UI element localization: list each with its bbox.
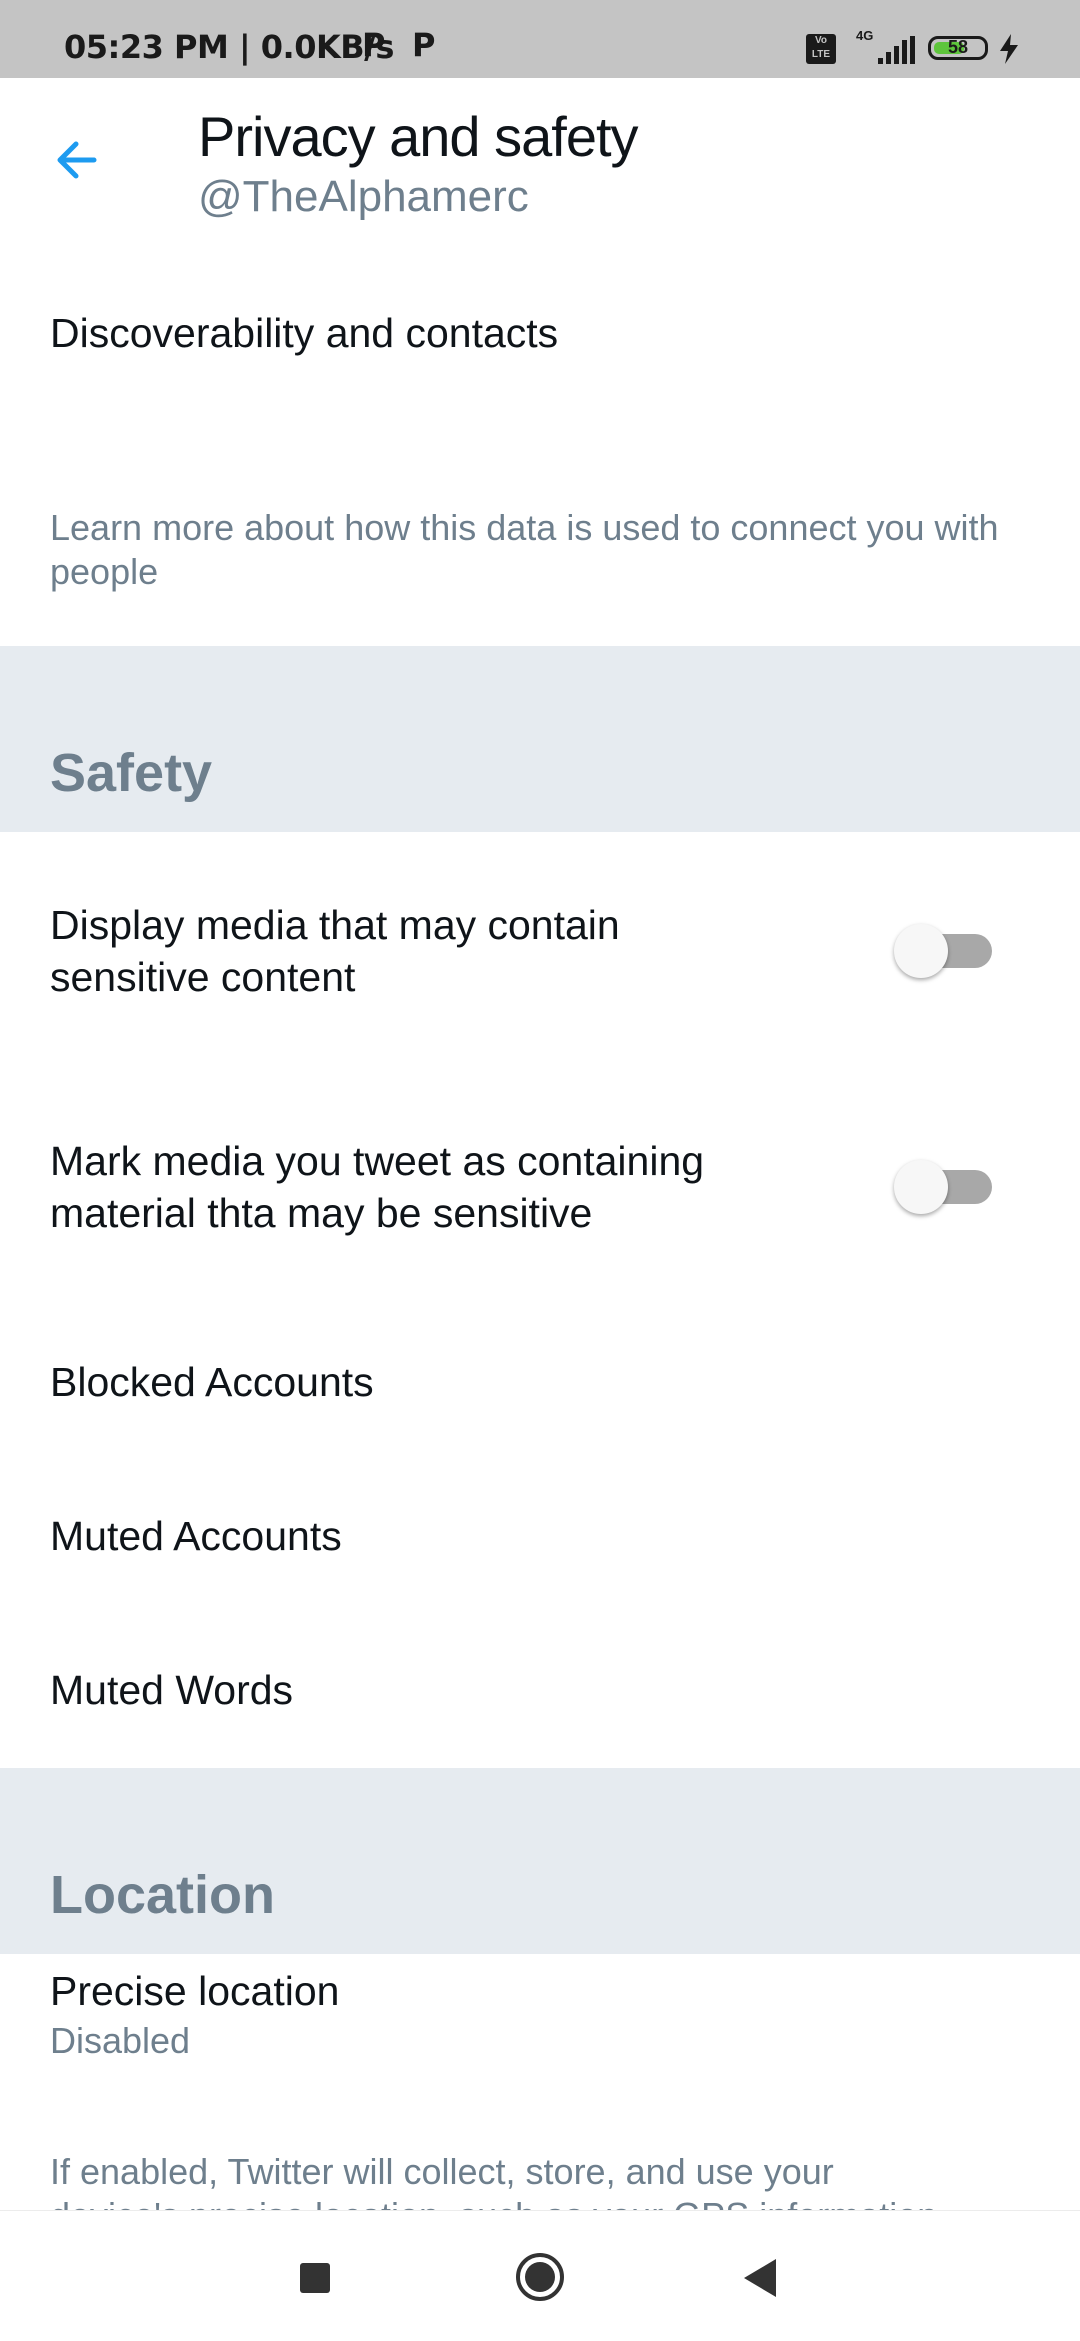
discoverability-item[interactable]: Discoverability and contacts [50, 306, 558, 360]
app-header: Privacy and safety @TheAlphamerc [0, 78, 1080, 248]
battery-icon: 58 [928, 36, 988, 60]
toggle-knob [894, 924, 948, 978]
location-info-line-1: If enabled, Twitter will collect, store,… [50, 2151, 834, 2192]
blocked-accounts-item[interactable]: Blocked Accounts [50, 1355, 374, 1409]
safety-section-header: Safety [0, 646, 1080, 832]
status-bar: 05:23 PM | 0.0KB/s P P Vo LTE 4G 58 [0, 0, 1080, 78]
network-type: 4G [856, 28, 874, 43]
page-title: Privacy and safety [198, 105, 639, 168]
account-handle: @TheAlphamerc [198, 172, 529, 221]
back-arrow-icon[interactable] [48, 130, 108, 190]
location-section-header: Location [0, 1768, 1080, 1954]
mark-media-label-1: Mark media you tweet as containing [50, 1138, 705, 1184]
learn-more-text[interactable]: Learn more about how this data is used t… [50, 506, 1010, 594]
location-info-line-2: device's precise location, such as your … [50, 2194, 1010, 2210]
back-triangle-icon[interactable] [740, 2257, 780, 2299]
system-navigation-bar [0, 2210, 1080, 2341]
precise-location-value: Disabled [50, 2020, 191, 2061]
battery-level: 58 [947, 37, 969, 57]
location-info-text: If enabled, Twitter will collect, store,… [50, 2150, 1010, 2210]
home-circle-icon[interactable] [514, 2251, 566, 2303]
signal-icon [878, 36, 915, 64]
parking-icon: P [412, 26, 436, 64]
status-time-speed: 05:23 PM | 0.0KB/s [64, 28, 394, 66]
volte-icon: Vo LTE [806, 34, 836, 64]
parking-icon: P [362, 26, 386, 64]
display-media-label-2: sensitive content [50, 954, 356, 1000]
muted-words-item[interactable]: Muted Words [50, 1663, 293, 1717]
precise-location-title: Precise location [50, 1968, 340, 2014]
location-heading: Location [50, 1865, 275, 1925]
toggle-knob [894, 1160, 948, 1214]
safety-heading: Safety [50, 743, 213, 803]
recents-square-icon[interactable] [300, 2263, 330, 2293]
mark-media-toggle[interactable] [894, 1158, 998, 1214]
display-media-label-1: Display media that may contain [50, 902, 620, 948]
muted-accounts-item[interactable]: Muted Accounts [50, 1509, 342, 1563]
mark-media-label-2: material thta may be sensitive [50, 1190, 593, 1236]
charging-icon [1000, 34, 1018, 64]
display-media-toggle[interactable] [894, 922, 998, 978]
